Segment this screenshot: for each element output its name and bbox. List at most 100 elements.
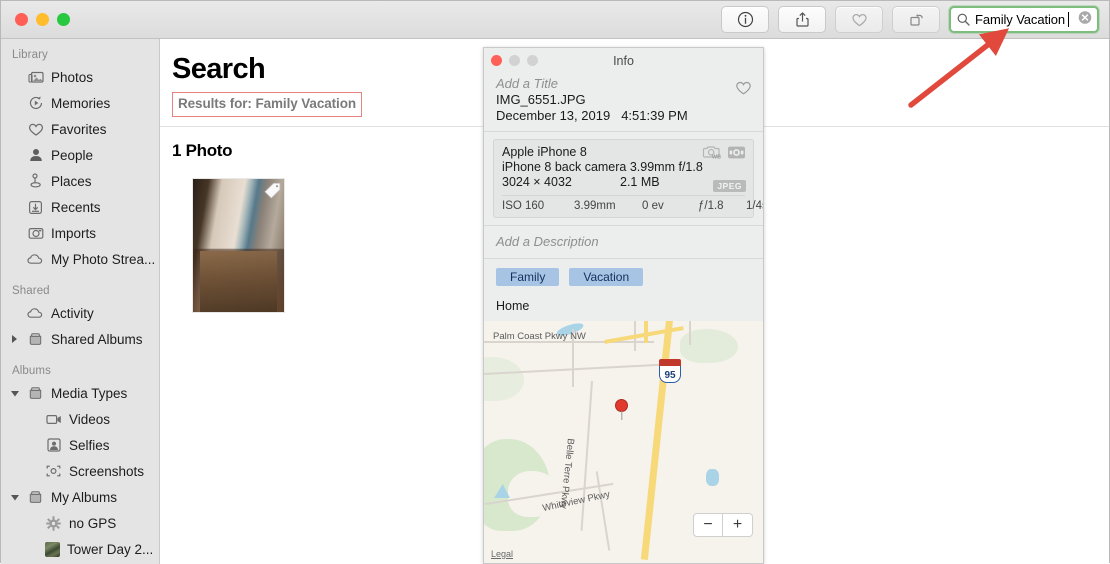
person-icon: [27, 147, 44, 164]
heart-icon: [27, 121, 44, 138]
titlebar: Family Vacation: [1, 1, 1109, 39]
sidebar-item-label: Memories: [51, 95, 111, 111]
sidebar-item-imports[interactable]: Imports: [1, 220, 159, 246]
sidebar-item-my-photo-stream[interactable]: My Photo Strea...: [1, 246, 159, 272]
photo-thumbnail[interactable]: [192, 178, 285, 313]
sidebar-item-people[interactable]: People: [1, 142, 159, 168]
zoom-button[interactable]: [57, 13, 70, 26]
search-value: Family Vacation: [975, 12, 1066, 27]
sidebar-item-no-gps[interactable]: no GPS: [1, 510, 159, 536]
sidebar-item-favorites[interactable]: Favorites: [1, 116, 159, 142]
pin-icon: [27, 173, 44, 190]
sidebar-item-label: no GPS: [69, 515, 117, 531]
disclosure-triangle-expanded-icon[interactable]: [10, 490, 20, 505]
info-zoom-button[interactable]: [527, 55, 538, 66]
sidebar-item-label: Photos: [51, 69, 94, 85]
time-text: 4:51:39 PM: [621, 108, 688, 123]
info-button[interactable]: [721, 6, 769, 33]
close-button[interactable]: [15, 13, 28, 26]
sidebar-item-label: Videos: [69, 411, 111, 427]
keywords-row[interactable]: Family Vacation: [484, 259, 763, 295]
info-minimize-button[interactable]: [509, 55, 520, 66]
info-window-controls[interactable]: [491, 55, 538, 66]
sidebar-item-label: Favorites: [51, 121, 107, 137]
keyword-tag[interactable]: Family: [496, 268, 560, 286]
dimensions-row: 3024 × 4032 2.1 MB: [502, 175, 745, 189]
disclosure-triangle-collapsed-icon[interactable]: [10, 332, 19, 347]
svg-text:WB: WB: [712, 154, 721, 160]
sidebar-item-recents[interactable]: Recents: [1, 194, 159, 220]
info-close-button[interactable]: [491, 55, 502, 66]
rotate-icon: [909, 13, 923, 26]
map-zoom-controls[interactable]: − +: [693, 513, 753, 537]
add-description-field[interactable]: Add a Description: [484, 226, 763, 258]
date-time: December 13, 2019 4:51:39 PM: [496, 108, 751, 123]
info-header-section: Add a Title IMG_6551.JPG December 13, 20…: [484, 73, 763, 131]
search-icon: [957, 13, 970, 26]
toolbar-actions: Family Vacation: [721, 6, 1099, 33]
heart-icon: [851, 13, 867, 26]
sidebar-item-label: People: [51, 147, 94, 163]
sidebar-item-activity[interactable]: Activity: [1, 300, 159, 326]
location-pin[interactable]: [615, 399, 628, 412]
filesize: 2.1 MB: [620, 175, 660, 189]
favorite-toggle[interactable]: [735, 80, 752, 101]
sidebar-item-tower-day[interactable]: Tower Day 2...: [1, 536, 159, 562]
exif-shutter: 1/4s: [746, 200, 763, 212]
sidebar-item-memories[interactable]: Memories: [1, 90, 159, 116]
sidebar-item-screenshots[interactable]: Screenshots: [1, 458, 159, 484]
tag-icon: [264, 182, 281, 204]
location-map[interactable]: Palm Coast Pkwy NW Belle Terre Pkwy Whit…: [484, 321, 763, 563]
water-body: [706, 469, 719, 486]
sidebar-item-label: Shared Albums: [51, 331, 143, 347]
camera-badges: WB: [702, 144, 746, 165]
download-icon: [27, 199, 44, 216]
clear-search-button[interactable]: [1078, 10, 1092, 29]
folder-icon: [27, 331, 44, 348]
sidebar-item-label: Imports: [51, 225, 97, 241]
share-icon: [795, 12, 809, 27]
photos-app-window: Family Vacation Library Photos Memories …: [0, 0, 1110, 564]
add-title-field[interactable]: Add a Title: [496, 76, 751, 92]
folder-icon: [27, 489, 44, 506]
place-name: Home: [496, 299, 530, 313]
sidebar-item-label: Places: [51, 173, 92, 189]
highway-ramp: [644, 321, 648, 343]
sidebar-item-shared-albums[interactable]: Shared Albums: [1, 326, 159, 352]
share-button[interactable]: [778, 6, 826, 33]
sidebar-item-selfies[interactable]: Selfies: [1, 432, 159, 458]
cloud-icon: [27, 251, 44, 268]
minimize-button[interactable]: [36, 13, 49, 26]
map-legal-link[interactable]: Legal: [491, 549, 513, 559]
sidebar-item-photos[interactable]: Photos: [1, 64, 159, 90]
keyword-tag[interactable]: Vacation: [569, 268, 644, 286]
rotate-button[interactable]: [892, 6, 940, 33]
search-input[interactable]: Family Vacation: [949, 6, 1099, 33]
exif-iso: ISO 160: [502, 200, 545, 212]
folder-icon: [27, 385, 44, 402]
selfie-icon: [45, 437, 62, 454]
camera-wb-icon: WB: [702, 144, 721, 165]
sidebar-item-places[interactable]: Places: [1, 168, 159, 194]
map-zoom-out-button[interactable]: −: [693, 513, 723, 537]
cloud-icon: [27, 305, 44, 322]
sidebar-item-media-types[interactable]: Media Types: [1, 380, 159, 406]
sidebar-header-albums: Albums: [12, 365, 51, 377]
sidebar-item-videos[interactable]: Videos: [1, 406, 159, 432]
highway-number: 95: [664, 370, 676, 381]
sidebar-item-label: Media Types: [51, 385, 128, 401]
map-zoom-in-button[interactable]: +: [723, 513, 753, 537]
exif-focal: 3.99mm: [574, 200, 616, 212]
disclosure-triangle-expanded-icon[interactable]: [10, 386, 20, 401]
info-panel[interactable]: Info Add a Title IMG_6551.JPG December 1…: [483, 47, 764, 564]
sidebar[interactable]: Library Photos Memories Favorites People…: [1, 39, 160, 564]
sidebar-item-label: Tower Day 2...: [67, 541, 154, 557]
favorite-button[interactable]: [835, 6, 883, 33]
photos-icon: [27, 69, 44, 86]
sidebar-item-my-albums[interactable]: My Albums: [1, 484, 159, 510]
sidebar-item-label: Recents: [51, 199, 101, 215]
exif-aperture: ƒ/1.8: [698, 200, 724, 212]
screenshot-icon: [45, 463, 62, 480]
text-caret: [1068, 12, 1070, 27]
window-controls[interactable]: [1, 13, 70, 26]
